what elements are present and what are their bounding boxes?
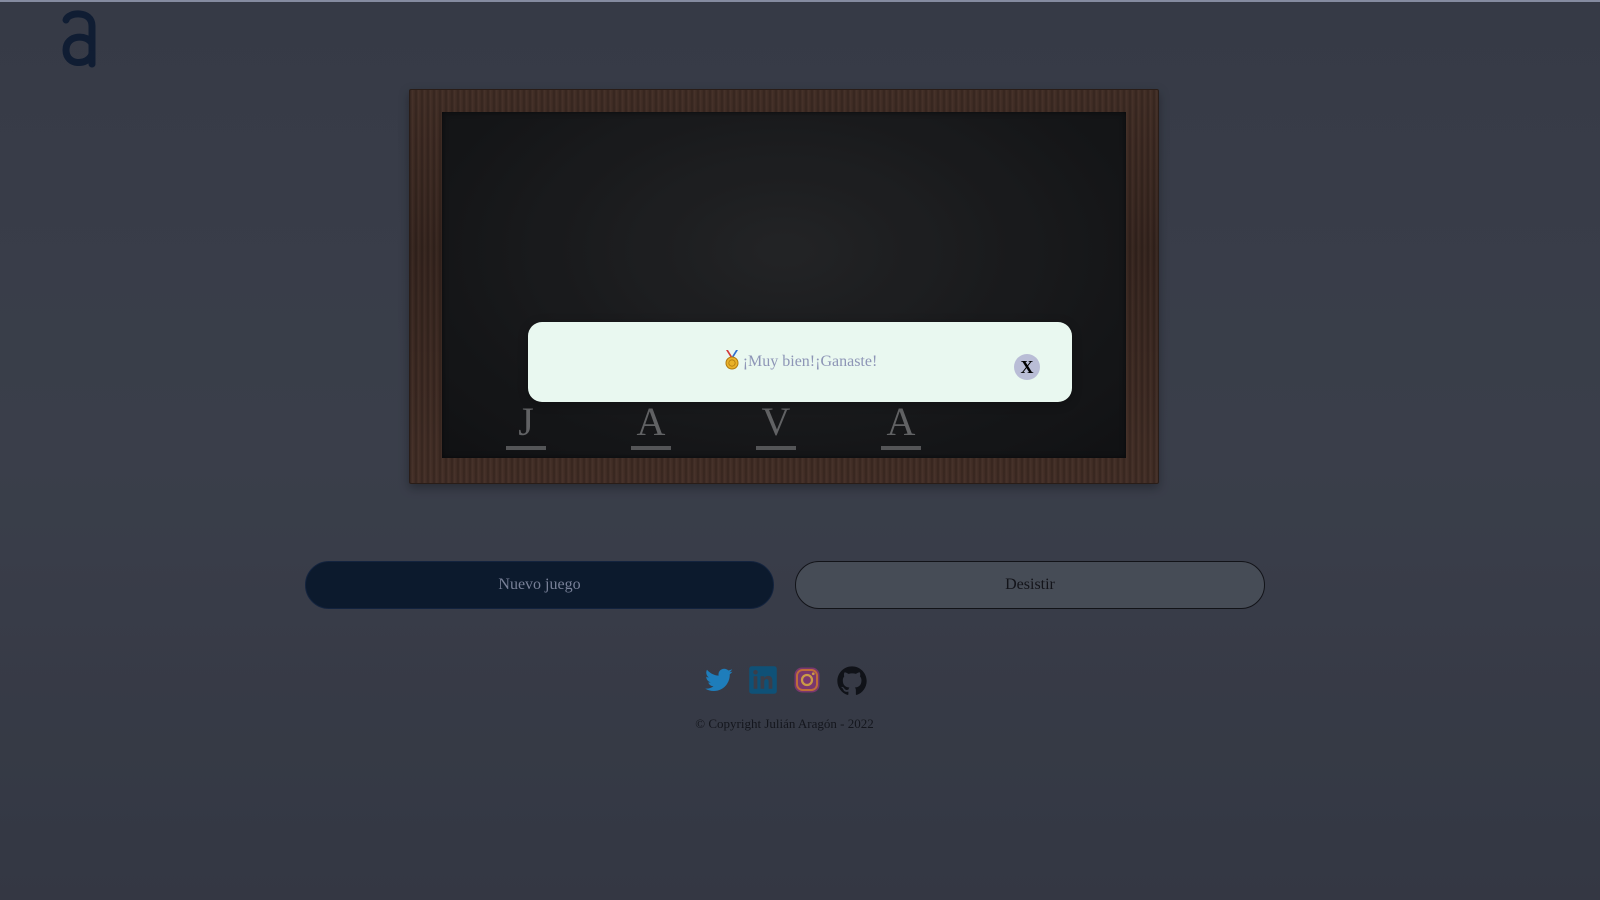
linkedin-icon[interactable] <box>748 665 778 695</box>
logo-icon[interactable] <box>58 8 100 72</box>
letter-underline <box>631 446 671 450</box>
chalkboard: J A V A <box>442 112 1126 458</box>
give-up-button[interactable]: Desistir <box>795 561 1265 609</box>
letter-slot: A <box>881 402 921 452</box>
dialog-message-row: ¡Muy bien!¡Ganaste! <box>528 350 1072 371</box>
social-links <box>704 664 867 696</box>
guessed-letter: J <box>518 399 534 444</box>
instagram-icon[interactable] <box>792 665 822 695</box>
win-dialog: ¡Muy bien!¡Ganaste! X <box>528 322 1072 402</box>
guessed-letter: A <box>886 399 916 444</box>
chalkboard-frame: J A V A <box>409 89 1159 484</box>
dialog-message: ¡Muy bien!¡Ganaste! <box>742 353 878 370</box>
letter-underline <box>756 446 796 450</box>
letter-slot: V <box>756 402 796 452</box>
github-icon[interactable] <box>836 665 867 695</box>
letter-slot: J <box>506 402 546 452</box>
copyright-text: © Copyright Julián Aragón - 2022 <box>695 716 874 731</box>
top-border <box>0 0 1600 2</box>
letter-underline <box>881 446 921 450</box>
letter-slot: A <box>631 402 671 452</box>
guessed-letter: V <box>761 399 791 444</box>
medal-icon <box>725 350 739 370</box>
close-dialog-button[interactable]: X <box>1014 354 1040 380</box>
guessed-letter: A <box>636 399 666 444</box>
new-game-button[interactable]: Nuevo juego <box>305 561 774 609</box>
letter-underline <box>506 446 546 450</box>
twitter-icon[interactable] <box>704 665 734 695</box>
